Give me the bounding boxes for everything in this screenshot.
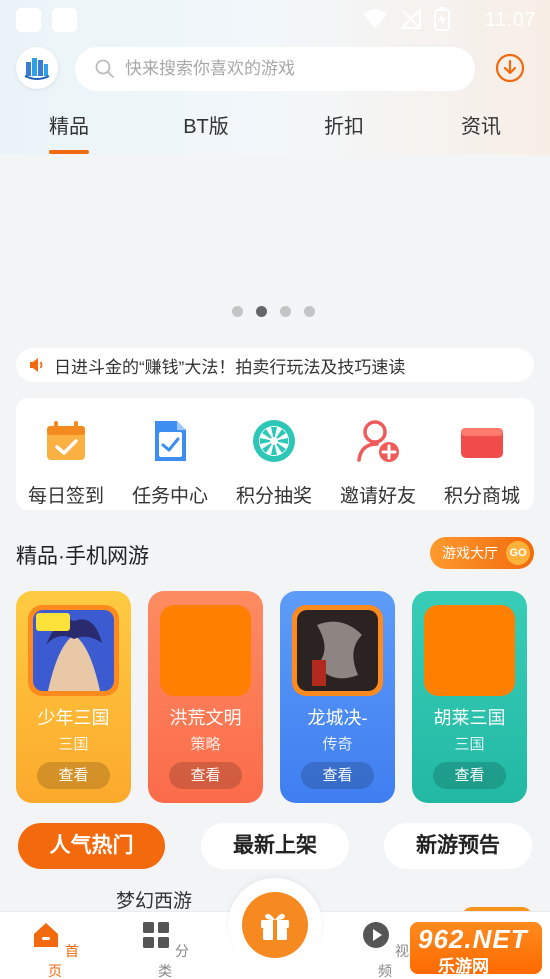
pill-new-releases[interactable]: 最新上架 — [201, 823, 349, 869]
quick-action-label: 积分商城 — [443, 486, 520, 507]
game-art-icon — [297, 610, 378, 691]
carousel-dot[interactable] — [280, 306, 291, 317]
go-badge: GO — [506, 541, 530, 565]
no-signal-icon — [400, 8, 421, 29]
search-input[interactable] — [125, 59, 425, 79]
tab-news[interactable]: 资讯 — [441, 110, 521, 139]
game-card[interactable]: 龙城决- 传奇 查看 — [280, 591, 395, 803]
carousel-dot[interactable] — [232, 306, 243, 317]
carousel-dot[interactable] — [256, 306, 267, 317]
section-title: 精品·手机网游 — [16, 545, 149, 568]
game-category: 三国 — [454, 736, 485, 753]
game-art-icon — [33, 610, 114, 691]
calendar-check-icon — [47, 421, 85, 460]
grid-icon — [143, 922, 170, 948]
tab-discount[interactable]: 折扣 — [304, 110, 384, 139]
carousel-dot[interactable] — [304, 306, 315, 317]
nav-video[interactable]: 视频 — [355, 920, 415, 979]
game-thumbnail — [292, 605, 383, 696]
app-logo[interactable] — [16, 47, 58, 89]
gift-center-button[interactable] — [228, 878, 322, 972]
game-name: 洪荒文明 — [169, 708, 242, 728]
game-name: 少年三国 — [37, 708, 110, 728]
task-center-button[interactable]: 任务中心 — [120, 418, 220, 508]
tab-featured[interactable]: 精品 — [29, 110, 109, 154]
game-hall-button[interactable]: 游戏大厅 GO — [430, 537, 534, 569]
view-button[interactable]: 查看 — [169, 762, 242, 789]
watermark-bottom: 乐游网 — [438, 957, 489, 976]
battery-charging-icon — [434, 7, 450, 31]
clock: 11:07 — [484, 9, 536, 31]
home-icon — [34, 923, 59, 947]
points-badge-text: 积分 — [471, 465, 493, 477]
nav-category[interactable]: 分类 — [135, 920, 195, 979]
points-lottery-button[interactable]: 积分抽奖 — [224, 418, 324, 508]
notice-text: 日进斗金的“赚钱”大法！拍卖行玩法及技巧速读 — [54, 357, 406, 377]
status-icons — [362, 7, 450, 31]
quick-action-label: 邀请好友 — [339, 486, 416, 507]
search-icon — [95, 59, 114, 78]
view-button[interactable]: 查看 — [301, 762, 374, 789]
quick-action-label: 每日签到 — [27, 486, 104, 507]
gift-icon — [261, 913, 289, 940]
watermark-logo: 962.NET 乐游网 — [410, 920, 550, 979]
tab-bt[interactable]: BT版 — [166, 110, 246, 139]
wifi-icon — [363, 9, 387, 28]
list-item-title[interactable]: 梦幻西游 — [116, 886, 192, 913]
quick-action-label: 任务中心 — [131, 486, 208, 507]
game-thumbnail — [424, 605, 515, 696]
game-card[interactable]: 胡莱三国 三国 查看 — [412, 591, 527, 803]
game-name: 胡莱三国 — [433, 708, 506, 728]
status-bar: 11:07 — [0, 0, 550, 40]
game-card[interactable]: 少年三国 三国 查看 — [16, 591, 131, 803]
watermark-top: 962.NET — [418, 924, 528, 954]
download-icon[interactable] — [495, 53, 525, 83]
carousel-indicator — [232, 306, 315, 317]
quick-action-label: 积分抽奖 — [235, 486, 312, 507]
nav-home[interactable]: 首页 — [25, 920, 85, 979]
game-category: 策略 — [190, 736, 221, 753]
prize-wheel-icon — [253, 420, 295, 462]
points-mall-button[interactable]: 积分 积分商城 — [432, 418, 532, 508]
search-bar[interactable] — [75, 47, 475, 91]
speaker-icon — [30, 358, 43, 372]
notification-icon — [52, 8, 77, 32]
game-name: 龙城决- — [307, 708, 368, 728]
play-icon — [363, 922, 390, 948]
logo-icon — [24, 58, 50, 80]
game-hall-label: 游戏大厅 — [442, 545, 498, 561]
daily-checkin-button[interactable]: 每日签到 — [16, 418, 116, 508]
game-thumbnail — [160, 605, 251, 696]
game-category: 三国 — [58, 736, 89, 753]
game-category: 传奇 — [322, 736, 353, 753]
invite-friends-button[interactable]: 邀请好友 — [328, 418, 428, 508]
pill-upcoming[interactable]: 新游预告 — [384, 823, 532, 869]
add-friend-icon — [357, 420, 399, 462]
view-button[interactable]: 查看 — [433, 762, 506, 789]
game-card[interactable]: 洪荒文明 策略 查看 — [148, 591, 263, 803]
notification-icon — [16, 8, 41, 32]
view-button[interactable]: 查看 — [37, 762, 110, 789]
top-tabs: 精品 BT版 折扣 资讯 — [0, 110, 550, 155]
notice-bar[interactable]: 日进斗金的“赚钱”大法！拍卖行玩法及技巧速读 — [16, 348, 534, 382]
points-mall-icon — [461, 428, 503, 458]
pill-popular[interactable]: 人气热门 — [18, 823, 165, 869]
game-thumbnail — [28, 605, 119, 696]
quick-actions-panel: 每日签到 任务中心 积分抽奖 邀请好友 积分 积分商城 — [16, 398, 534, 510]
task-doc-icon — [155, 421, 186, 461]
